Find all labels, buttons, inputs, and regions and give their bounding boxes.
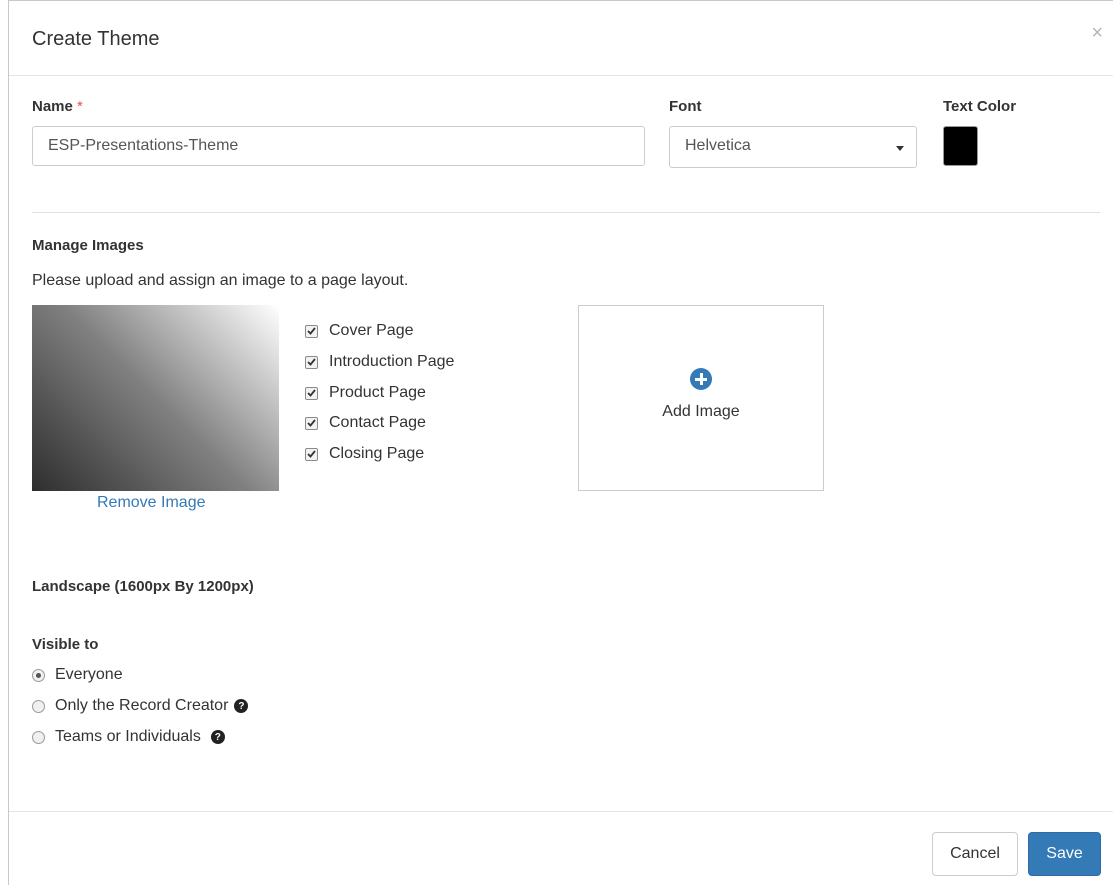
radio-button[interactable] bbox=[32, 668, 45, 682]
checkbox[interactable] bbox=[305, 447, 318, 461]
modal-footer: Cancel Save bbox=[9, 811, 1113, 885]
layout-option[interactable]: Closing Page bbox=[305, 443, 424, 465]
radio-label: Teams or Individuals bbox=[55, 728, 201, 745]
radio-label: Only the Record Creator bbox=[55, 697, 229, 714]
plus-circle-icon bbox=[690, 368, 712, 390]
checkbox[interactable] bbox=[305, 416, 318, 430]
layout-option-label: Closing Page bbox=[329, 445, 425, 462]
layout-option-label: Contact Page bbox=[329, 414, 426, 431]
question-circle-icon[interactable]: ? bbox=[234, 699, 249, 713]
close-icon[interactable]: × bbox=[1091, 23, 1103, 43]
modal-header: Create Theme × bbox=[9, 1, 1113, 76]
layout-option-label: Product Page bbox=[329, 384, 426, 401]
required-mark: * bbox=[77, 98, 83, 115]
layout-option[interactable]: Cover Page bbox=[305, 320, 414, 342]
section-divider bbox=[32, 212, 1100, 213]
name-input[interactable]: ESP-Presentations-Theme bbox=[32, 126, 645, 166]
question-circle-icon[interactable]: ? bbox=[210, 730, 225, 744]
checkbox[interactable] bbox=[305, 386, 318, 400]
landscape-label: Landscape (1600px By 1200px) bbox=[32, 578, 254, 595]
visible-to-title: Visible to bbox=[32, 636, 99, 653]
cancel-button[interactable]: Cancel bbox=[932, 832, 1018, 876]
remove-image-link[interactable]: Remove Image bbox=[97, 494, 206, 512]
visibility-option-record-creator[interactable]: Only the Record Creator ? bbox=[32, 696, 249, 716]
font-label: Font bbox=[669, 98, 702, 115]
modal-title: Create Theme bbox=[32, 28, 160, 50]
layout-option-label: Cover Page bbox=[329, 322, 414, 339]
layout-option[interactable]: Product Page bbox=[305, 382, 426, 404]
checkbox[interactable] bbox=[305, 355, 318, 369]
radio-button[interactable] bbox=[32, 699, 45, 713]
name-label: Name * bbox=[32, 98, 83, 115]
caret-down-icon bbox=[896, 146, 904, 151]
text-color-label: Text Color bbox=[943, 98, 1017, 115]
create-theme-modal: Create Theme × Name * ESP-Presentations-… bbox=[8, 0, 1113, 885]
radio-button[interactable] bbox=[32, 730, 45, 744]
name-label-text: Name bbox=[32, 98, 73, 115]
font-select[interactable]: Helvetica bbox=[669, 126, 917, 168]
add-image-label: Add Image bbox=[662, 403, 740, 420]
save-button[interactable]: Save bbox=[1028, 832, 1101, 876]
manage-images-title: Manage Images bbox=[32, 237, 144, 254]
text-color-swatch[interactable] bbox=[943, 126, 978, 166]
checkbox[interactable] bbox=[305, 324, 318, 338]
manage-images-description: Please upload and assign an image to a p… bbox=[32, 272, 409, 289]
name-input-value: ESP-Presentations-Theme bbox=[48, 137, 239, 154]
visibility-option-teams[interactable]: Teams or Individuals ? bbox=[32, 727, 225, 747]
visibility-option-everyone[interactable]: Everyone bbox=[32, 665, 123, 685]
font-select-value: Helvetica bbox=[685, 137, 751, 154]
theme-image-thumbnail bbox=[32, 305, 279, 491]
layout-option-label: Introduction Page bbox=[329, 353, 455, 370]
layout-option[interactable]: Introduction Page bbox=[305, 351, 454, 373]
radio-label: Everyone bbox=[55, 666, 123, 683]
layout-option[interactable]: Contact Page bbox=[305, 412, 426, 434]
add-image-button[interactable]: Add Image bbox=[578, 305, 824, 491]
